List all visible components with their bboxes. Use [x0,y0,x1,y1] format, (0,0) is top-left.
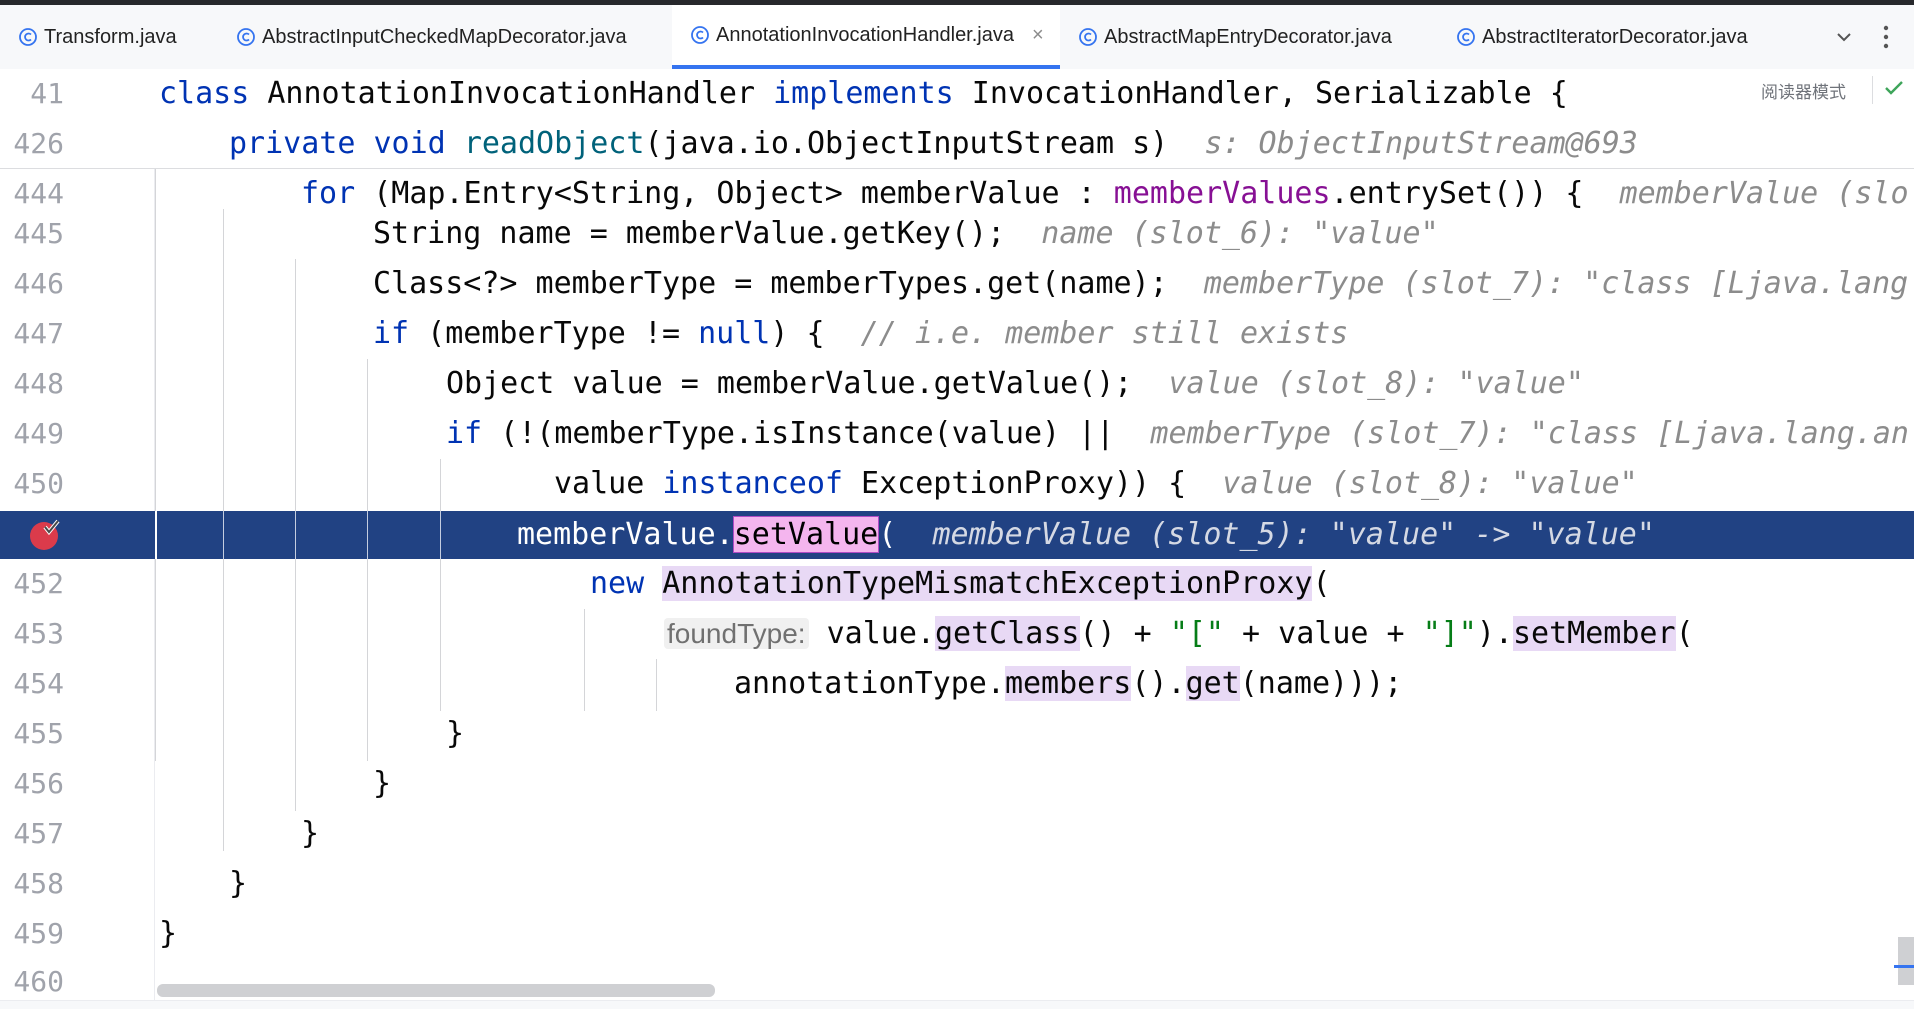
caret [155,511,157,559]
class-icon [237,28,255,46]
code-text: memberValue.setValue( memberValue (slot_… [517,516,1655,553]
code-line[interactable]: Class<?> memberType = memberTypes.get(na… [373,259,1908,309]
debug-inline-value: value (slot_8): "value" [1222,466,1638,501]
inspection-ok-icon[interactable] [1884,80,1904,96]
line-number: 457 [13,817,64,850]
code-line[interactable]: value instanceof ExceptionProxy)) { valu… [554,459,1638,509]
indent-guide [223,511,224,559]
tab-label: AbstractMapEntryDecorator.java [1104,25,1392,48]
line-number: 449 [13,417,64,450]
debug-inline-value: value (slot_8): "value" [1168,366,1584,401]
line-number: 456 [13,767,64,800]
line-number: 452 [13,567,64,600]
class-icon [1457,28,1475,46]
line-number: 455 [13,717,64,750]
indent-guide [584,609,585,711]
line-number: 446 [13,267,64,300]
indent-guide [367,511,368,559]
editor-tab-bar: Transform.java AbstractInputCheckedMapDe… [0,5,1914,70]
debug-inline-value: memberType (slot_7): "class [Ljava.lang [1203,266,1909,301]
line-number: 426 [13,127,64,160]
line-number: 450 [13,467,64,500]
line-number: 445 [13,217,64,250]
line-number: 453 [13,617,64,650]
line-number: 459 [13,917,64,950]
line-number: 448 [13,367,64,400]
tab-transform[interactable]: Transform.java [18,5,222,69]
code-line[interactable]: } [446,709,464,759]
code-text: class AnnotationInvocationHandler implem… [159,76,1568,111]
code-line[interactable]: if (!(memberType.isInstance(value) || me… [446,409,1909,459]
indent-guide [367,359,368,761]
code-line[interactable]: annotationType.members().get(name))); [734,659,1402,709]
reader-divider [1872,76,1873,104]
line-number: 454 [13,667,64,700]
code-line[interactable]: if (memberType != null) { // i.e. member… [373,309,1348,359]
breakpoint-icon[interactable] [28,518,62,552]
parameter-hint: foundType: [664,618,809,649]
tab-label: AbstractIteratorDecorator.java [1482,25,1748,48]
debug-inline-value: s: ObjectInputStream@693 [1204,126,1638,161]
line-number: 458 [13,867,64,900]
class-icon [691,26,709,44]
code-line[interactable]: new AnnotationTypeMismatchExceptionProxy… [590,559,1331,609]
code-line[interactable]: Object value = memberValue.getValue(); v… [446,359,1584,409]
scroll-position-marker [1894,965,1914,968]
code-line[interactable]: } [301,809,319,859]
class-icon [1079,28,1097,46]
more-options-icon[interactable] [1882,23,1890,51]
tab-abstract-input-checked-map-decorator[interactable]: AbstractInputCheckedMapDecorator.java [236,5,666,69]
tab-annotation-invocation-handler[interactable]: AnnotationInvocationHandler.java × [672,5,1060,69]
vertical-scrollbar[interactable] [1898,937,1914,985]
indent-guide [656,659,657,711]
line-number: 447 [13,317,64,350]
debug-inline-value: name (slot_6): "value" [1041,216,1439,251]
indent-guide [440,511,441,559]
line-number: 41 [30,77,64,110]
code-text: private void readObject(java.io.ObjectIn… [229,126,1638,161]
tab-label: AbstractInputCheckedMapDecorator.java [262,25,627,48]
code-line[interactable]: } [373,759,391,809]
sticky-line-method[interactable]: 426 private void readObject(java.io.Obje… [0,119,1914,169]
indent-guide [295,511,296,559]
tab-abstract-iterator-decorator[interactable]: AbstractIteratorDecorator.java [1456,5,1816,69]
debug-inline-value: memberType (slot_7): "class [Ljava.lang.… [1150,416,1909,451]
sticky-line-class[interactable]: 41 class AnnotationInvocationHandler imp… [0,69,1914,119]
reader-mode-toggle[interactable]: 阅读器模式 [1761,78,1846,103]
tab-abstract-map-entry-decorator[interactable]: AbstractMapEntryDecorator.java [1078,5,1392,69]
indent-guide [155,169,156,761]
close-icon[interactable]: × [1032,24,1044,47]
chevron-down-icon[interactable] [1834,27,1854,47]
code-line[interactable]: foundType: value.getClass() + "[" + valu… [664,609,1694,659]
code-line[interactable]: } [229,859,247,909]
code-comment: // i.e. member still exists [860,316,1349,351]
tab-label: Transform.java [44,25,177,48]
execution-point-line[interactable]: memberValue.setValue( memberValue (slot_… [0,511,1914,559]
code-line[interactable]: } [159,909,177,959]
code-line[interactable]: String name = memberValue.getKey(); name… [373,209,1439,259]
horizontal-scrollbar[interactable] [157,984,715,997]
tab-label: AnnotationInvocationHandler.java [716,23,1014,46]
indent-guide [440,459,441,711]
debug-inline-value: memberValue (slot_5): "value" -> "value" [932,517,1655,552]
class-icon [19,28,37,46]
debug-inline-value: memberValue (slo [1619,176,1909,211]
